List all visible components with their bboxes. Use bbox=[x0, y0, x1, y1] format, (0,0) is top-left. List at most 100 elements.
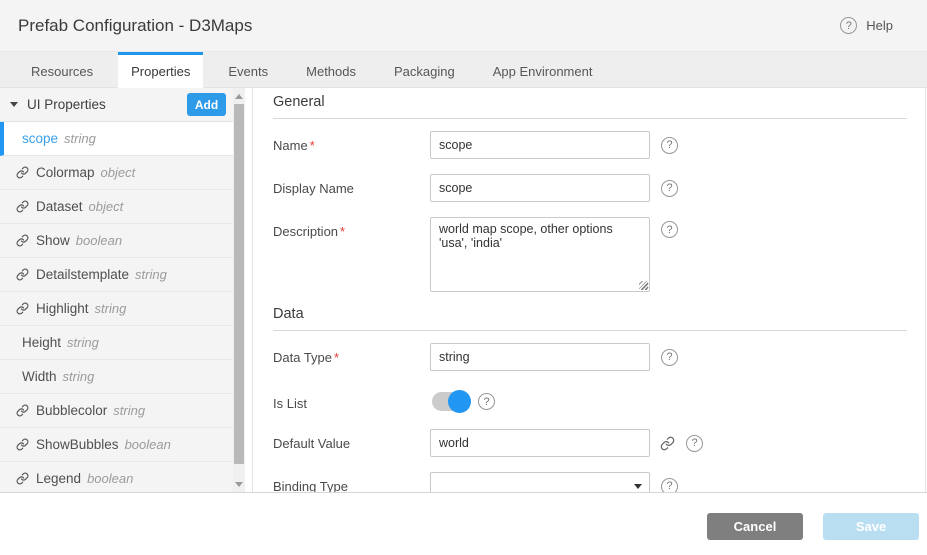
scroll-up-icon bbox=[235, 94, 243, 99]
add-property-button[interactable]: Add bbox=[187, 93, 226, 116]
binding-type-select[interactable] bbox=[430, 472, 650, 492]
data-type-label: Data Type* bbox=[273, 343, 430, 365]
content-area: UI Properties Add scope string Colormap … bbox=[0, 88, 927, 493]
tab-events[interactable]: Events bbox=[215, 52, 281, 87]
default-value-help-icon[interactable]: ? bbox=[686, 435, 703, 452]
sidebar-item-highlight[interactable]: Highlight string bbox=[0, 292, 233, 326]
default-value-input[interactable] bbox=[430, 429, 650, 457]
collapse-caret-icon bbox=[10, 102, 18, 107]
scrollbar-thumb[interactable] bbox=[234, 104, 244, 464]
link-icon bbox=[16, 234, 29, 247]
property-type: string bbox=[63, 369, 95, 384]
property-list: UI Properties Add scope string Colormap … bbox=[0, 88, 233, 492]
property-name: Highlight bbox=[36, 301, 89, 316]
tab-app-environment[interactable]: App Environment bbox=[480, 52, 606, 87]
link-icon bbox=[16, 404, 29, 417]
name-help-icon[interactable]: ? bbox=[661, 137, 678, 154]
link-icon bbox=[16, 472, 29, 485]
bind-value-link-icon[interactable] bbox=[660, 436, 675, 451]
property-name: Bubblecolor bbox=[36, 403, 107, 418]
tab-resources[interactable]: Resources bbox=[18, 52, 106, 87]
display-name-field-row: Display Name ? bbox=[273, 174, 925, 202]
dialog-header: Prefab Configuration - D3Maps ? Help bbox=[0, 0, 927, 52]
data-type-help-icon[interactable]: ? bbox=[661, 349, 678, 366]
question-glyph: ? bbox=[483, 396, 489, 408]
link-icon bbox=[16, 166, 29, 179]
link-icon bbox=[16, 268, 29, 281]
question-glyph: ? bbox=[846, 20, 852, 32]
tab-bar: Resources Properties Events Methods Pack… bbox=[0, 52, 927, 88]
prefab-configuration-dialog: Prefab Configuration - D3Maps ? Help Res… bbox=[0, 0, 927, 555]
display-name-input[interactable] bbox=[430, 174, 650, 202]
sidebar-item-show[interactable]: Show boolean bbox=[0, 224, 233, 258]
tab-packaging[interactable]: Packaging bbox=[381, 52, 468, 87]
description-field-row: Description* world map scope, other opti… bbox=[273, 217, 925, 292]
is-list-toggle[interactable] bbox=[432, 392, 469, 411]
property-name: ShowBubbles bbox=[36, 437, 119, 452]
scroll-down-button[interactable] bbox=[233, 478, 245, 490]
property-type: object bbox=[89, 199, 124, 214]
sidebar-scrollbar[interactable] bbox=[233, 88, 245, 492]
properties-sidebar: UI Properties Add scope string Colormap … bbox=[0, 88, 245, 492]
help-icon: ? bbox=[840, 17, 857, 34]
dialog-footer: Cancel Save bbox=[0, 493, 927, 555]
property-name: Legend bbox=[36, 471, 81, 486]
ui-properties-group-header[interactable]: UI Properties Add bbox=[0, 88, 233, 122]
question-glyph: ? bbox=[666, 224, 672, 236]
is-list-help-icon[interactable]: ? bbox=[478, 393, 495, 410]
property-form-panel: General Name* ? Display Name ? bbox=[252, 88, 926, 492]
sidebar-item-detailstemplate[interactable]: Detailstemplate string bbox=[0, 258, 233, 292]
scroll-up-button[interactable] bbox=[233, 90, 245, 102]
group-label: UI Properties bbox=[27, 97, 187, 112]
property-name: Height bbox=[22, 335, 61, 350]
page-title: Prefab Configuration - D3Maps bbox=[18, 16, 252, 36]
help-button[interactable]: ? Help bbox=[840, 17, 893, 34]
binding-type-help-icon[interactable]: ? bbox=[661, 478, 678, 493]
binding-type-field-row: Binding Type ? bbox=[273, 472, 925, 492]
binding-type-label: Binding Type bbox=[273, 472, 430, 492]
help-label: Help bbox=[866, 18, 893, 33]
required-marker: * bbox=[340, 224, 345, 239]
default-value-label: Default Value bbox=[273, 429, 430, 451]
question-glyph: ? bbox=[666, 182, 672, 194]
property-name: Show bbox=[36, 233, 70, 248]
is-list-field-row: Is List ? bbox=[273, 389, 925, 411]
property-type: string bbox=[113, 403, 145, 418]
sidebar-item-height[interactable]: Height string bbox=[0, 326, 233, 360]
sidebar-item-dataset[interactable]: Dataset object bbox=[0, 190, 233, 224]
sidebar-item-width[interactable]: Width string bbox=[0, 360, 233, 394]
question-glyph: ? bbox=[666, 139, 672, 151]
sidebar-item-scope[interactable]: scope string bbox=[0, 122, 233, 156]
link-icon bbox=[16, 200, 29, 213]
tab-properties[interactable]: Properties bbox=[118, 52, 203, 88]
display-name-help-icon[interactable]: ? bbox=[661, 180, 678, 197]
property-type: boolean bbox=[125, 437, 171, 452]
name-label: Name* bbox=[273, 131, 430, 153]
sidebar-item-bubblecolor[interactable]: Bubblecolor string bbox=[0, 394, 233, 428]
name-input[interactable] bbox=[430, 131, 650, 159]
sidebar-item-colormap[interactable]: Colormap object bbox=[0, 156, 233, 190]
sidebar-item-legend[interactable]: Legend boolean bbox=[0, 462, 233, 492]
link-icon bbox=[16, 438, 29, 451]
description-textarea[interactable]: world map scope, other options 'usa', 'i… bbox=[430, 217, 650, 292]
scroll-down-icon bbox=[235, 482, 243, 487]
toggle-knob bbox=[448, 390, 471, 413]
question-glyph: ? bbox=[666, 480, 672, 492]
sidebar-item-showbubbles[interactable]: ShowBubbles boolean bbox=[0, 428, 233, 462]
cancel-button[interactable]: Cancel bbox=[707, 513, 803, 540]
save-button[interactable]: Save bbox=[823, 513, 919, 540]
property-name: Dataset bbox=[36, 199, 83, 214]
property-type: string bbox=[64, 131, 96, 146]
property-type: string bbox=[67, 335, 99, 350]
description-help-icon[interactable]: ? bbox=[661, 221, 678, 238]
display-name-label: Display Name bbox=[273, 174, 430, 196]
property-name: scope bbox=[22, 131, 58, 146]
is-list-label: Is List bbox=[273, 389, 430, 411]
property-type: object bbox=[101, 165, 136, 180]
section-title-general: General bbox=[273, 94, 907, 119]
tab-methods[interactable]: Methods bbox=[293, 52, 369, 87]
link-icon bbox=[16, 302, 29, 315]
question-glyph: ? bbox=[666, 351, 672, 363]
property-type: boolean bbox=[76, 233, 122, 248]
data-type-input[interactable] bbox=[430, 343, 650, 371]
